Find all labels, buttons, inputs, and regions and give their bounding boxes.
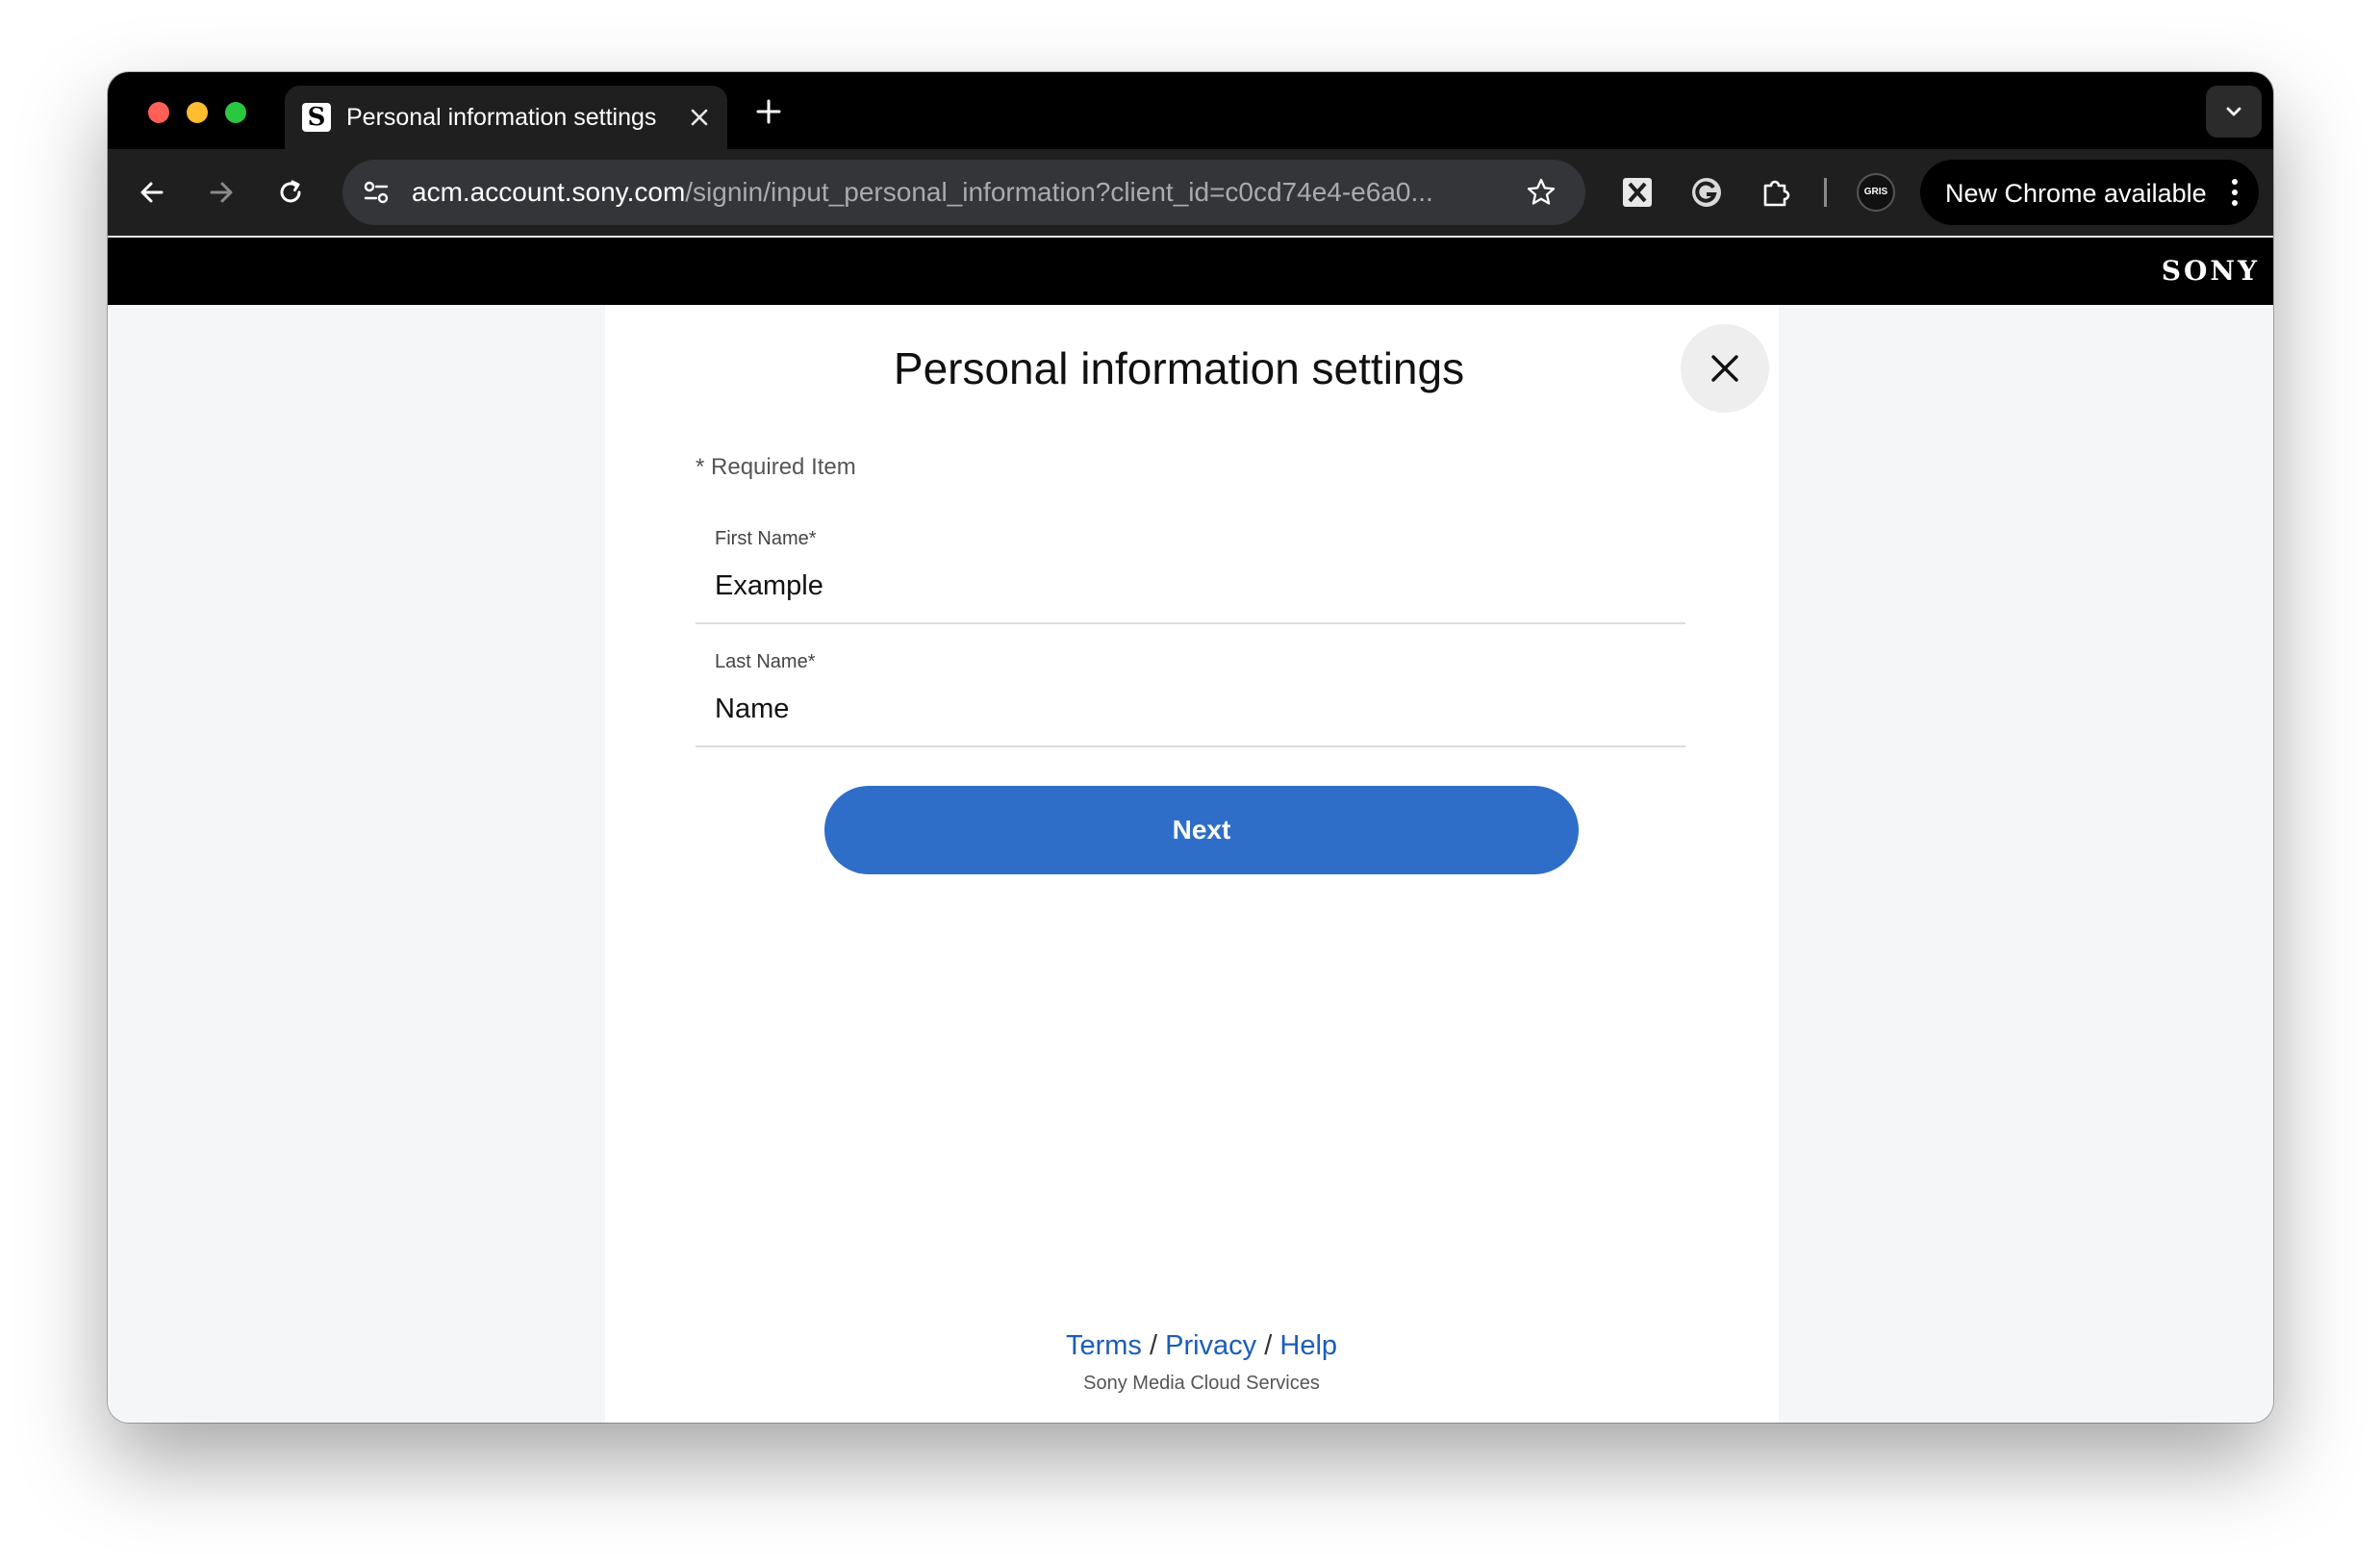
privacy-link[interactable]: Privacy bbox=[1165, 1330, 1256, 1361]
form-card: Personal information settings * Required… bbox=[605, 305, 1779, 1423]
puzzle-icon[interactable] bbox=[1759, 175, 1793, 210]
browser-window: S Personal information settings acm.acco… bbox=[108, 72, 2273, 1423]
footer-separator: / bbox=[1149, 1330, 1158, 1361]
footer-links: Terms / Privacy / Help bbox=[605, 1328, 1798, 1363]
help-link[interactable]: Help bbox=[1279, 1330, 1337, 1361]
sony-favicon-icon: S bbox=[302, 103, 331, 132]
browser-toolbar: acm.account.sony.com/signin/input_person… bbox=[108, 149, 2273, 236]
minimize-window-button[interactable] bbox=[187, 102, 208, 123]
maximize-window-button[interactable] bbox=[225, 102, 246, 123]
close-button[interactable] bbox=[1681, 324, 1769, 413]
terms-link[interactable]: Terms bbox=[1066, 1330, 1142, 1361]
last-name-field[interactable]: Last Name* Name bbox=[696, 642, 1685, 747]
footer-service-name: Sony Media Cloud Services bbox=[1083, 1373, 1320, 1394]
x-extension-icon[interactable] bbox=[1620, 175, 1655, 210]
address-bar[interactable]: acm.account.sony.com/signin/input_person… bbox=[342, 160, 1585, 225]
toolbar-divider bbox=[1824, 178, 1827, 207]
page-body: Personal information settings * Required… bbox=[108, 305, 2273, 1423]
update-label: New Chrome available bbox=[1945, 179, 2207, 208]
tab-active[interactable]: S Personal information settings bbox=[285, 86, 727, 149]
tab-title: Personal information settings bbox=[346, 104, 657, 131]
first-name-field[interactable]: First Name* Example bbox=[696, 518, 1685, 624]
sony-logo: SONY bbox=[2161, 255, 2260, 287]
tab-strip: S Personal information settings bbox=[108, 72, 2273, 149]
new-tab-plus-icon[interactable] bbox=[754, 97, 783, 126]
required-note: * Required Item bbox=[696, 454, 856, 480]
profile-avatar[interactable]: GRIS bbox=[1857, 173, 1895, 212]
url-path: /signin/input_personal_information?clien… bbox=[685, 177, 1433, 207]
bookmark-star-icon[interactable] bbox=[1526, 177, 1557, 208]
chrome-update-button[interactable]: New Chrome available bbox=[1920, 160, 2259, 225]
url-host: acm.account.sony.com bbox=[412, 177, 686, 207]
site-header: SONY bbox=[108, 238, 2273, 305]
next-button[interactable]: Next bbox=[824, 786, 1579, 874]
tab-search-button[interactable] bbox=[2206, 86, 2262, 138]
close-window-button[interactable] bbox=[148, 102, 169, 123]
url-text[interactable]: acm.account.sony.com/signin/input_person… bbox=[412, 177, 1433, 208]
tab-close-icon[interactable] bbox=[687, 105, 712, 130]
page-title: Personal information settings bbox=[893, 343, 1465, 393]
last-name-input[interactable]: Name bbox=[715, 692, 789, 726]
reload-icon[interactable] bbox=[273, 175, 308, 210]
kebab-menu-icon[interactable] bbox=[2230, 177, 2240, 208]
first-name-input[interactable]: Example bbox=[715, 568, 823, 603]
first-name-label: First Name* bbox=[715, 528, 817, 549]
back-icon[interactable] bbox=[135, 175, 169, 210]
close-icon bbox=[1711, 355, 1738, 382]
footer-separator: / bbox=[1264, 1330, 1273, 1361]
last-name-label: Last Name* bbox=[715, 651, 816, 672]
chevron-down-icon bbox=[2226, 107, 2241, 116]
google-extension-icon[interactable] bbox=[1689, 175, 1724, 210]
site-settings-tune-icon[interactable] bbox=[360, 176, 392, 209]
forward-icon[interactable] bbox=[204, 175, 239, 210]
